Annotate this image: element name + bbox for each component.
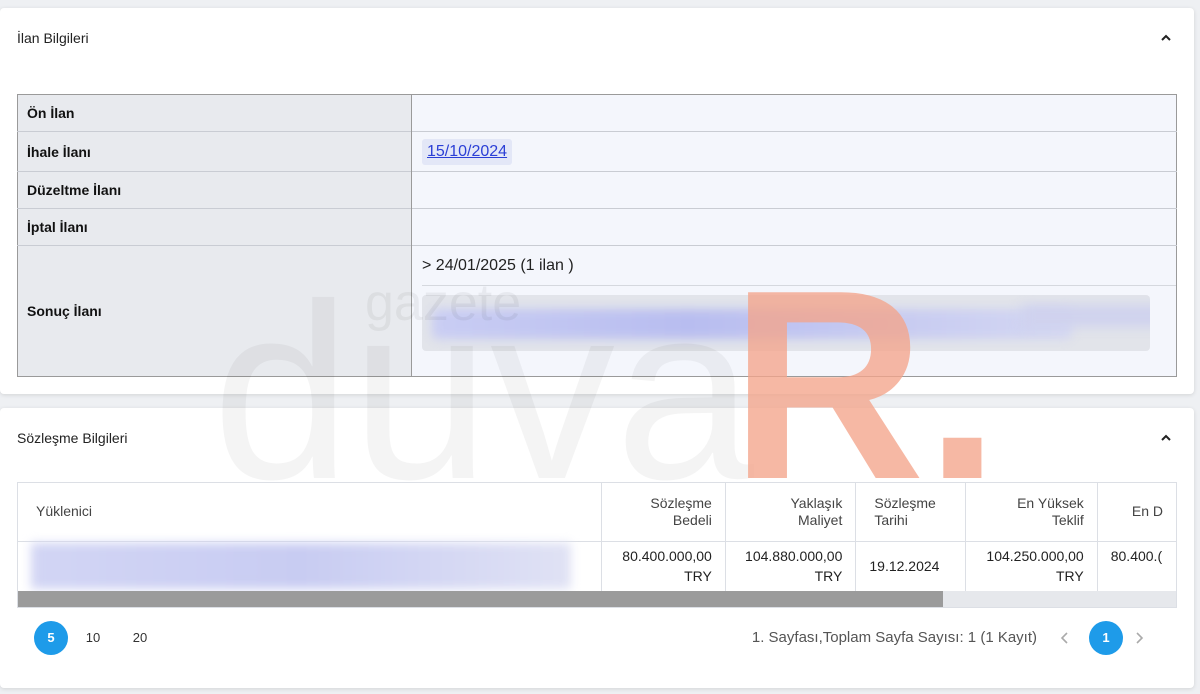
col-en-yuksek-teklif[interactable]: En Yüksek Teklif <box>965 483 1098 542</box>
horizontal-scrollbar[interactable] <box>18 591 1176 607</box>
cell-sozlesme-bedeli: 80.400.000,00 TRY <box>601 541 726 591</box>
chevron-left-icon[interactable] <box>1057 630 1073 646</box>
table-row: 80.400.000,00 TRY 104.880.000,00 TRY 19.… <box>18 541 1176 591</box>
row-value <box>411 94 1177 132</box>
sozlesme-table: Yüklenici Sözleşme Bedeli Yaklaşık Maliyet… <box>18 483 1176 591</box>
dusuk-value: 80.400.( <box>1110 548 1163 565</box>
col-sozlesme-tarihi[interactable]: Sözleşme Tarihi <box>855 483 967 542</box>
col-sozlesme-bedeli[interactable]: Sözleşme Bedeli <box>601 483 726 542</box>
chevron-up-icon[interactable] <box>1158 430 1174 446</box>
table-header-row: Yüklenici Sözleşme Bedeli Yaklaşık Maliyet… <box>18 483 1176 542</box>
col-en-dusuk-teklif[interactable]: En D <box>1097 483 1176 542</box>
ilan-table: Ön İlan İhale İlanı 15/10/2024 Düzeltme … <box>17 94 1177 377</box>
table-row: Sonuç İlanı > 24/01/2025 (1 ilan ) <box>17 245 1177 377</box>
pagination: 5 10 20 1. Sayfası,Toplam Sayfa Sayısı: … <box>17 621 1177 657</box>
page-size-5[interactable]: 5 <box>34 621 68 655</box>
ilan-bilgileri-panel: İlan Bilgileri Ön İlan İhale İlanı 15/10… <box>0 8 1194 394</box>
cell-en-dusuk-teklif: 80.400.( <box>1097 541 1176 591</box>
ihale-ilani-link[interactable]: 15/10/2024 <box>422 138 513 165</box>
row-value <box>411 171 1177 209</box>
maliyet-value: 104.880.000,00 <box>745 548 843 565</box>
cell-yuklenici <box>18 541 603 591</box>
maliyet-currency: TRY <box>814 568 843 585</box>
redacted-bar <box>432 309 1072 339</box>
col-yuklenici[interactable]: Yüklenici <box>18 483 603 542</box>
page-size-20[interactable]: 20 <box>123 621 157 655</box>
ilan-bilgileri-title: İlan Bilgileri <box>17 30 89 46</box>
redacted-content <box>422 295 1150 351</box>
table-row: İptal İlanı <box>17 208 1177 246</box>
table-row: İhale İlanı 15/10/2024 <box>17 131 1177 172</box>
scrollbar-thumb[interactable] <box>18 591 943 607</box>
row-label: Ön İlan <box>17 94 412 132</box>
table-row: Düzeltme İlanı <box>17 171 1177 209</box>
chevron-right-icon[interactable] <box>1131 630 1147 646</box>
page-size-10[interactable]: 10 <box>76 621 110 655</box>
chevron-up-icon[interactable] <box>1158 30 1174 46</box>
row-label: Düzeltme İlanı <box>17 171 412 209</box>
sozlesme-bilgileri-panel: Sözleşme Bilgileri Yüklenici Sözleşme Bed… <box>0 408 1194 688</box>
cell-en-yuksek-teklif: 104.250.000,00 TRY <box>965 541 1098 591</box>
current-page-button[interactable]: 1 <box>1089 621 1123 655</box>
bedel-currency: TRY <box>684 568 712 585</box>
row-label: İptal İlanı <box>17 208 412 246</box>
redacted-bar <box>1022 305 1150 327</box>
sozlesme-bilgileri-title: Sözleşme Bilgileri <box>17 430 128 446</box>
row-value <box>411 208 1177 246</box>
cell-yaklasik-maliyet: 104.880.000,00 TRY <box>725 541 857 591</box>
col-yaklasik-maliyet[interactable]: Yaklaşık Maliyet <box>725 483 857 542</box>
table-row: Ön İlan <box>17 94 1177 132</box>
sozlesme-table-container: Yüklenici Sözleşme Bedeli Yaklaşık Maliyet… <box>17 482 1177 608</box>
redacted-content <box>31 543 571 590</box>
row-label: İhale İlanı <box>17 131 412 172</box>
cell-sozlesme-tarihi: 19.12.2024 <box>855 541 967 591</box>
yuksek-currency: TRY <box>1055 568 1084 585</box>
sonuc-ilani-summary[interactable]: > 24/01/2025 (1 ilan ) <box>422 246 1176 286</box>
bedel-value: 80.400.000,00 <box>622 548 712 565</box>
dusuk-currency <box>1111 566 1163 586</box>
page-info: 1. Sayfası,Toplam Sayfa Sayısı: 1 (1 Kay… <box>751 629 1037 646</box>
yuksek-value: 104.250.000,00 <box>986 548 1084 565</box>
row-value: > 24/01/2025 (1 ilan ) <box>411 245 1177 377</box>
row-value: 15/10/2024 <box>411 131 1177 172</box>
row-label: Sonuç İlanı <box>17 245 412 377</box>
